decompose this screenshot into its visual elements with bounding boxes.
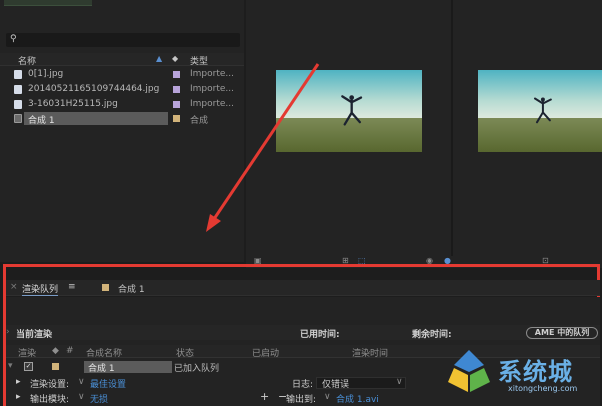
expand-arrow-icon[interactable]: ▸ — [16, 377, 21, 387]
label-swatch — [102, 284, 109, 291]
site-logo-icon — [448, 350, 490, 392]
expand-item-icon[interactable]: ▾ — [8, 361, 13, 371]
item-comp-name: 合成 1 — [88, 364, 115, 374]
output-to-value[interactable]: 合成 1.avi — [336, 392, 379, 405]
expand-arrow-icon[interactable]: › — [6, 327, 10, 337]
log-label: 日志: — [292, 380, 314, 390]
col-render[interactable]: 渲染 — [18, 346, 36, 359]
output-module-value[interactable]: 无损 — [90, 392, 108, 405]
item-status: 已加入队列 — [174, 364, 220, 374]
elapsed-time-label: 已用时间: — [300, 330, 340, 340]
col-render-time[interactable]: 渲染时间 — [352, 346, 388, 359]
label-swatch[interactable] — [52, 363, 59, 370]
current-render-label: 当前渲染 — [16, 330, 53, 340]
dropdown-arrow-icon[interactable]: ∨ — [396, 377, 403, 387]
output-module-label: 输出模块: — [30, 395, 70, 405]
render-queue-tabs: × 渲染队列 ≡ 合成 1 — [6, 280, 600, 296]
log-value: 仅错误 — [322, 380, 350, 390]
queue-in-ame-button[interactable]: AME 中的队列 — [526, 327, 598, 339]
dropdown-arrow-icon[interactable]: ∨ — [78, 377, 85, 387]
watermark-text: 系统城 — [498, 358, 573, 386]
tab-menu-icon[interactable]: ≡ — [68, 282, 76, 292]
col-status[interactable]: 状态 — [176, 346, 194, 359]
watermark-url: xitongcheng.com — [508, 384, 578, 393]
dropdown-arrow-icon[interactable]: ∨ — [78, 392, 85, 402]
remaining-time-label: 剩余时间: — [412, 330, 452, 340]
site-watermark: 系统城 xitongcheng.com — [430, 346, 602, 406]
render-status-bar: › 当前渲染 已用时间: 剩余时间: AME 中的队列 — [6, 325, 600, 340]
render-settings-value[interactable]: 最佳设置 — [90, 377, 126, 390]
output-to-label: 输出到: — [286, 395, 317, 405]
col-comp-name[interactable]: 合成名称 — [86, 346, 122, 359]
render-settings-label: 渲染设置: — [30, 380, 70, 390]
add-output-button[interactable]: + — [260, 390, 269, 403]
expand-arrow-icon[interactable]: ▸ — [16, 392, 21, 402]
dropdown-arrow-icon[interactable]: ∨ — [324, 392, 331, 402]
col-started[interactable]: 已启动 — [252, 346, 279, 359]
col-label-icon[interactable]: ◆ — [52, 346, 59, 356]
tab-render-queue[interactable]: 渲染队列 — [22, 282, 59, 296]
col-number[interactable]: # — [66, 346, 74, 356]
close-tab-icon[interactable]: × — [10, 282, 18, 292]
tab-composition[interactable]: 合成 1 — [118, 282, 145, 295]
render-checkbox[interactable]: ✓ — [24, 362, 33, 371]
